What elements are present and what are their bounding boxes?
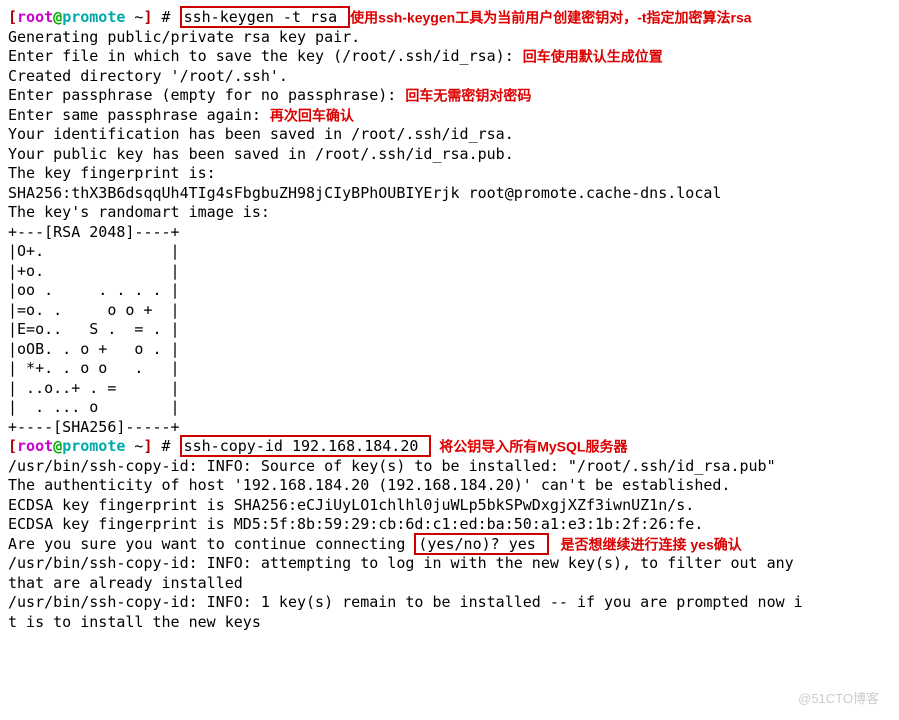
randomart-line: |oo . . . . . | <box>8 281 891 301</box>
output-line: /usr/bin/ssh-copy-id: INFO: attempting t… <box>8 554 891 574</box>
output-line: /usr/bin/ssh-copy-id: INFO: 1 key(s) rem… <box>8 593 891 613</box>
output-line: Enter passphrase (empty for no passphras… <box>8 86 891 106</box>
annotation-6: 是否想继续进行连接 yes确认 <box>549 536 742 552</box>
prompt-at: @ <box>53 437 62 455</box>
randomart-line: | . ... o | <box>8 398 891 418</box>
annotation-4: 再次回车确认 <box>270 107 354 123</box>
randomart-line: | ..o..+ . = | <box>8 379 891 399</box>
annotation-2: 回车使用默认生成位置 <box>523 48 663 64</box>
output-line: /usr/bin/ssh-copy-id: INFO: Source of ke… <box>8 457 891 477</box>
prompt-host: promote <box>62 437 125 455</box>
prompt-hash: # <box>153 8 180 26</box>
output-line: Your identification has been saved in /r… <box>8 125 891 145</box>
command-text: ssh-keygen -t rsa <box>184 8 347 26</box>
randomart-line: +----[SHA256]-----+ <box>8 418 891 438</box>
output-text: Enter same passphrase again: <box>8 106 270 124</box>
prompt-path: ~ <box>125 437 143 455</box>
output-line: t is to install the new keys <box>8 613 891 633</box>
bracket-close: ] <box>143 437 152 455</box>
prompt-at: @ <box>53 8 62 26</box>
command-box-1: ssh-keygen -t rsa <box>180 6 351 28</box>
output-line: The key's randomart image is: <box>8 203 891 223</box>
output-line: SHA256:thX3B6dsqqUh4TIg4sFbgbuZH98jCIyBP… <box>8 184 891 204</box>
randomart-line: +---[RSA 2048]----+ <box>8 223 891 243</box>
output-text: Enter file in which to save the key (/ro… <box>8 47 523 65</box>
output-text: Enter passphrase (empty for no passphras… <box>8 86 405 104</box>
output-text: Are you sure you want to continue connec… <box>8 535 414 553</box>
prompt-path: ~ <box>125 8 143 26</box>
command-box-2: ssh-copy-id 192.168.184.20 <box>180 435 432 457</box>
randomart-line: |=o. . o o + | <box>8 301 891 321</box>
yes-no-box: (yes/no)? yes <box>414 533 548 555</box>
output-line: that are already installed <box>8 574 891 594</box>
output-line: Enter file in which to save the key (/ro… <box>8 47 891 67</box>
output-line: The key fingerprint is: <box>8 164 891 184</box>
randomart-line: |O+. | <box>8 242 891 262</box>
prompt-host: promote <box>62 8 125 26</box>
yes-no-text: (yes/no)? yes <box>418 535 544 553</box>
output-line: ECDSA key fingerprint is MD5:5f:8b:59:29… <box>8 515 891 535</box>
terminal-screenshot: { "prompt1": { "lb": "[", "user": "root"… <box>8 8 891 712</box>
prompt-user: root <box>17 8 53 26</box>
output-line: ECDSA key fingerprint is SHA256:eCJiUyLO… <box>8 496 891 516</box>
output-line: The authenticity of host '192.168.184.20… <box>8 476 891 496</box>
bracket-close: ] <box>143 8 152 26</box>
watermark: @51CTO博客 <box>798 691 879 708</box>
prompt-line-2: [root@promote ~] # ssh-copy-id 192.168.1… <box>8 437 891 457</box>
randomart-line: | *+. . o o . | <box>8 359 891 379</box>
command-text: ssh-copy-id 192.168.184.20 <box>184 437 428 455</box>
output-line: Are you sure you want to continue connec… <box>8 535 891 555</box>
output-line: Enter same passphrase again: 再次回车确认 <box>8 106 891 126</box>
annotation-3: 回车无需密钥对密码 <box>405 87 531 103</box>
randomart-line: |E=o.. S . = . | <box>8 320 891 340</box>
randomart-line: |+o. | <box>8 262 891 282</box>
output-line: Created directory '/root/.ssh'. <box>8 67 891 87</box>
annotation-1: 使用ssh-keygen工具为当前用户创建密钥对，-t指定加密算法rsa <box>350 9 751 25</box>
prompt-line-1: [root@promote ~] # ssh-keygen -t rsa 使用s… <box>8 8 891 28</box>
bracket-open: [ <box>8 437 17 455</box>
prompt-user: root <box>17 437 53 455</box>
output-line: Your public key has been saved in /root/… <box>8 145 891 165</box>
bracket-open: [ <box>8 8 17 26</box>
randomart-line: |oOB. . o + o . | <box>8 340 891 360</box>
annotation-5: 将公钥导入所有MySQL服务器 <box>439 438 627 454</box>
output-line: Generating public/private rsa key pair. <box>8 28 891 48</box>
prompt-hash: # <box>153 437 180 455</box>
